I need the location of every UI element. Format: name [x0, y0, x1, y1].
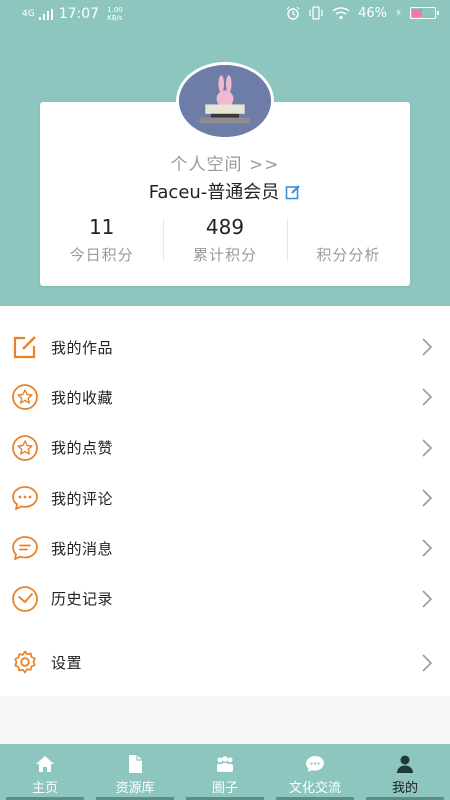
menu-item-my-comments[interactable]: 我的评论: [0, 473, 450, 523]
star-icon: [12, 434, 38, 461]
stat-today-points[interactable]: 11 今日积分: [40, 214, 163, 270]
stat-label: 积分分析: [316, 246, 381, 264]
file-icon: [129, 755, 142, 773]
bottom-nav: 主页 资源库 圈子 文化交流 我的: [0, 744, 450, 800]
avatar-image: [179, 65, 271, 137]
stat-label: 累计积分: [192, 246, 257, 264]
clock-icon: [12, 585, 38, 612]
menu-item-my-likes[interactable]: 我的点赞: [0, 423, 450, 473]
menu-item-history[interactable]: 历史记录: [0, 573, 450, 623]
stat-points-analysis[interactable]: 积分分析: [286, 214, 410, 270]
group-icon: [217, 756, 233, 772]
nav-item-culture-exchange[interactable]: 文化交流: [270, 744, 360, 800]
chevron-right-icon: [422, 489, 433, 507]
alarm-icon: [286, 6, 300, 20]
menu-item-label: 设置: [51, 654, 83, 673]
nav-item-resources[interactable]: 资源库: [90, 744, 180, 800]
menu-item-my-works[interactable]: 我的作品: [0, 322, 450, 372]
menu-item-label: 我的收藏: [51, 388, 114, 407]
menu-item-my-messages[interactable]: 我的消息: [0, 523, 450, 573]
member-name: Faceu-普通会员: [148, 182, 280, 203]
avatar[interactable]: [176, 62, 274, 140]
clock-time: 17:07: [58, 6, 100, 22]
battery-level: [412, 9, 422, 17]
menu-item-my-favorites[interactable]: 我的收藏: [0, 372, 450, 422]
home-icon: [36, 756, 54, 772]
chat-icon: [306, 756, 324, 772]
user-icon: [397, 755, 413, 773]
gear-icon: [14, 650, 36, 674]
menu-item-label: 我的点赞: [51, 439, 114, 458]
stat-value: 11: [88, 215, 115, 239]
chevron-right-icon: [422, 539, 433, 557]
chevron-right-icon: [422, 338, 433, 356]
menu-item-label: 我的评论: [51, 489, 114, 508]
edit-icon[interactable]: [285, 184, 301, 200]
personal-space-link[interactable]: 个人空间 >>: [0, 150, 450, 175]
nav-label: 文化交流: [288, 781, 341, 796]
stat-value: 489: [205, 215, 245, 239]
speed-unit: KB/s: [107, 14, 123, 22]
battery-icon: [410, 7, 439, 19]
vibrate-icon: [309, 6, 323, 20]
menu-item-label: 我的消息: [51, 539, 114, 558]
menu-spacer: [0, 623, 450, 638]
battery-percent: 46%: [358, 5, 387, 21]
signal-icon: [38, 8, 53, 20]
chevron-right-icon: [422, 388, 433, 407]
nav-label: 我的: [391, 781, 418, 796]
edit-icon: [13, 336, 36, 359]
nav-item-mine[interactable]: 我的: [360, 744, 450, 800]
menu-item-label: 我的作品: [51, 338, 114, 357]
charging-icon: ⚡: [394, 7, 402, 19]
comment-icon: [12, 486, 38, 510]
member-line: Faceu-普通会员: [0, 178, 450, 204]
stat-label: 今日积分: [69, 246, 134, 264]
nav-label: 资源库: [115, 781, 155, 796]
message-icon: [12, 536, 38, 561]
nav-label: 圈子: [211, 781, 238, 796]
chevron-right-icon: [422, 654, 433, 672]
menu-list: 我的作品 我的收藏 我的点赞 我的评论 我的消息 历史记录 设置: [0, 306, 450, 697]
status-bar: 4G 17:07 1.00 KB/s 46% ⚡: [0, 0, 450, 30]
star-icon: [12, 384, 38, 411]
menu-item-settings[interactable]: 设置: [0, 638, 450, 688]
nav-item-home[interactable]: 主页: [0, 744, 90, 800]
menu-item-label: 历史记录: [51, 590, 114, 609]
speed-value: 1.00: [107, 6, 123, 14]
nav-label: 主页: [31, 781, 58, 796]
network-label: 4G: [22, 8, 35, 19]
network-speed: 1.00 KB/s: [107, 6, 123, 22]
wifi-icon: [332, 7, 350, 20]
chevron-right-icon: [422, 439, 433, 457]
stat-total-points[interactable]: 489 累计积分: [163, 214, 286, 270]
points-stats: 11 今日积分 489 累计积分 积分分析: [40, 214, 410, 270]
chevron-right-icon: [422, 590, 433, 608]
nav-item-circle[interactable]: 圈子: [180, 744, 270, 800]
